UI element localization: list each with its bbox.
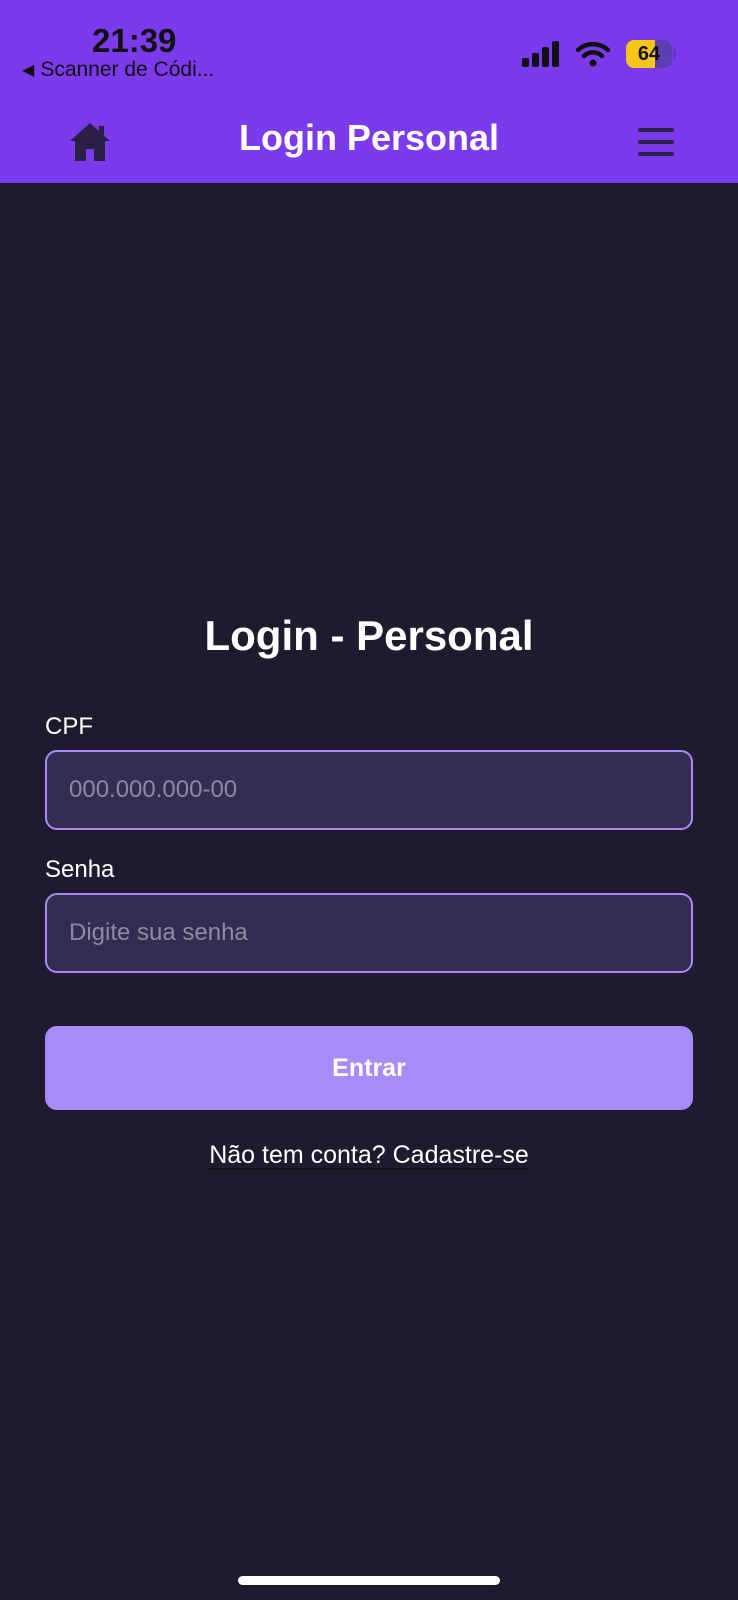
password-label: Senha [45, 856, 115, 883]
app-header: 21:39 ◀ Scanner de Códi... 64 Login Pers… [0, 0, 738, 183]
page-title: Login - Personal [204, 612, 534, 659]
back-arrow-icon: ◀ [22, 62, 35, 79]
cpf-label: CPF [45, 713, 93, 740]
password-input[interactable] [45, 893, 693, 973]
home-indicator[interactable] [238, 1576, 500, 1585]
wifi-icon [576, 41, 610, 67]
battery-icon: 64 [626, 40, 676, 68]
battery-level: 64 [637, 42, 661, 65]
header-title: Login Personal [238, 117, 500, 158]
signup-prompt: Não tem conta? Cadastre-se [0, 1141, 738, 1170]
cellular-signal-icon [522, 41, 559, 67]
status-time: 21:39 [92, 22, 177, 59]
login-button[interactable]: Entrar [45, 1026, 693, 1110]
hamburger-menu-icon[interactable] [638, 128, 674, 156]
status-indicators: 64 [522, 40, 676, 68]
signup-link[interactable]: Não tem conta? Cadastre-se [209, 1141, 529, 1169]
cpf-input[interactable] [45, 750, 693, 830]
back-to-app-link[interactable]: ◀ Scanner de Códi... [22, 58, 214, 82]
back-app-label: Scanner de Códi... [40, 58, 215, 81]
